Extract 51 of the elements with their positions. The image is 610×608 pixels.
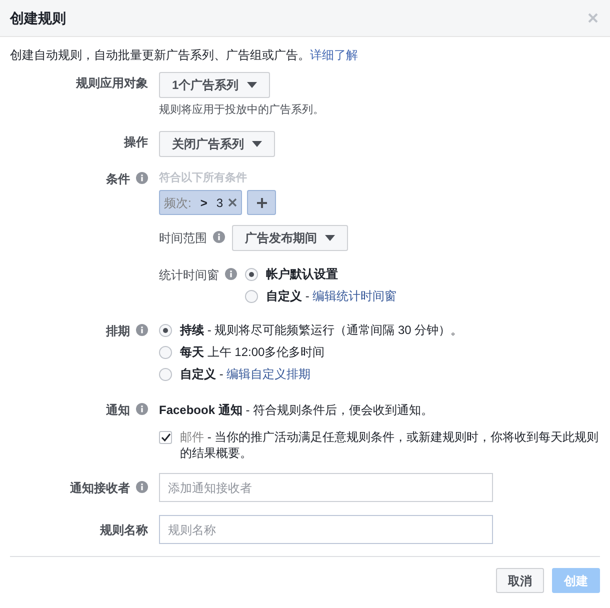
hint-text: 规则将应用于投放中的广告系列。 — [159, 102, 324, 118]
field-label: 排期 — [106, 323, 130, 340]
conditions-hint: 符合以下所有条件 — [159, 170, 248, 186]
add-condition-button[interactable] — [247, 190, 276, 215]
learn-more-link[interactable]: 详细了解 — [310, 48, 358, 62]
radio-label: 持续 - 规则将尽可能频繁运行（通常间隔 30 分钟）。 — [180, 322, 463, 339]
cancel-button[interactable]: 取消 — [496, 568, 544, 593]
field-label: 操作 — [124, 134, 148, 150]
info-icon — [136, 403, 148, 415]
field-label: 统计时间窗 — [159, 267, 219, 284]
dropdown-button[interactable]: 广告发布期间 — [232, 225, 348, 251]
intro-text: 创建自动规则，自动批量更新广告系列、广告组或广告。详细了解 — [10, 47, 359, 64]
info-icon — [136, 172, 148, 184]
radio-label: 自定义 - 编辑自定义排期 — [180, 366, 311, 383]
rule-name-field[interactable]: 规则名称 — [159, 515, 493, 544]
condition-value: 3 — [216, 194, 224, 212]
radio-button[interactable] — [245, 290, 258, 302]
condition-operator: > — [200, 194, 208, 212]
dropdown-button[interactable]: 关闭广告系列 — [159, 130, 275, 156]
radio-button[interactable] — [159, 368, 172, 380]
caret-icon — [246, 82, 257, 88]
plus-icon — [256, 198, 267, 208]
condition-name: 频次: — [164, 194, 192, 212]
field-label: 规则名称 — [100, 522, 148, 538]
radio-button[interactable] — [159, 324, 172, 336]
caret-icon — [252, 140, 262, 146]
edit-link[interactable]: 编辑统计时间窗 — [312, 289, 397, 303]
radio-button[interactable] — [245, 268, 258, 280]
dropdown-button[interactable]: 1个广告系列 — [159, 72, 270, 98]
info-icon — [213, 231, 225, 243]
field-label: 规则应用对象 — [76, 75, 148, 92]
condition-tag[interactable]: 频次: > 3 — [159, 190, 242, 215]
dialog-title: 创建规则 — [10, 8, 66, 28]
info-icon — [136, 324, 148, 336]
field-label: 通知 — [106, 402, 130, 419]
email-checkbox[interactable] — [159, 431, 172, 444]
field-label: 时间范围 — [159, 230, 207, 247]
radio-label: 自定义 - 编辑统计时间窗 — [266, 288, 397, 305]
notification-text: Facebook 通知 - 符合规则条件后，便会收到通知。 — [159, 402, 434, 419]
edit-link[interactable]: 编辑自定义排期 — [226, 367, 311, 381]
field-label: 条件 — [106, 170, 130, 188]
info-icon — [225, 268, 237, 280]
radio-button[interactable] — [159, 346, 172, 358]
info-icon — [136, 480, 148, 492]
field-label: 通知接收者 — [70, 480, 130, 496]
radio-label: 帐户默认设置 — [266, 266, 338, 283]
caret-icon — [325, 235, 335, 241]
radio-label: 每天 上午 12:00多伦多时间 — [180, 344, 325, 361]
email-option-text: 邮件 - 当你的推广活动满足任意规则条件，或新建规则时，你将收到每天此规则的结果概要。 — [180, 429, 600, 461]
recipients-field[interactable]: 添加通知接收者 — [159, 473, 493, 502]
remove-icon[interactable] — [228, 198, 238, 207]
